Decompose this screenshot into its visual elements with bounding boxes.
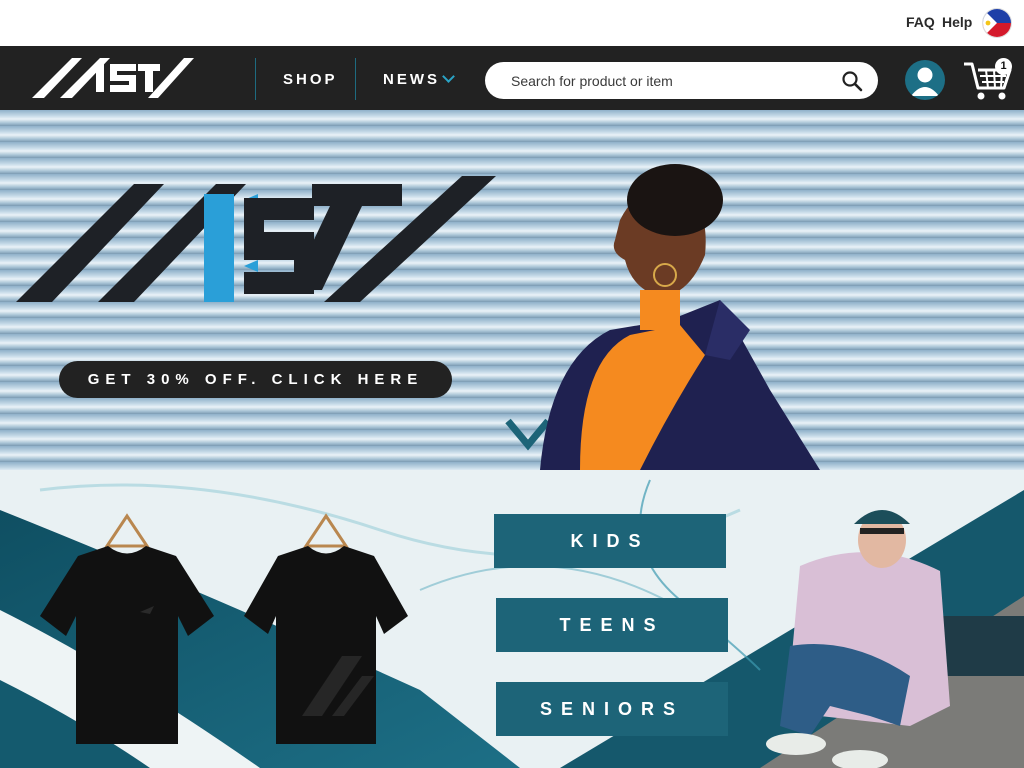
category-section: KIDS TEENS SENIORS (0, 470, 1024, 768)
utility-bar: FAQ Help (0, 0, 1024, 46)
search-input[interactable] (511, 71, 831, 91)
main-nav: SHOP NEWS 1 (0, 46, 1024, 110)
help-link[interactable]: Help (942, 14, 972, 30)
ast-logo-icon[interactable] (30, 54, 194, 102)
senior-model-image (760, 510, 1024, 768)
faq-link[interactable]: FAQ (906, 14, 935, 30)
news-menu[interactable]: NEWS (383, 70, 455, 88)
user-icon[interactable] (905, 60, 945, 100)
tshirt-image (244, 513, 408, 744)
teens-category-button[interactable]: TEENS (496, 598, 728, 652)
philippines-flag-icon[interactable] (983, 9, 1011, 37)
hero-logo-icon (16, 176, 496, 302)
cart-count-badge: 1 (995, 58, 1012, 75)
promo-button[interactable]: GET 30% OFF. CLICK HERE (59, 361, 452, 398)
nav-divider (255, 58, 256, 100)
search-icon[interactable] (841, 70, 863, 92)
tshirt-image (40, 513, 214, 744)
hero-model-image (540, 164, 820, 470)
news-label: NEWS (383, 71, 440, 88)
nav-divider (355, 58, 356, 100)
shop-link[interactable]: SHOP (283, 71, 338, 88)
chevron-down-icon (442, 70, 455, 83)
kids-category-button[interactable]: KIDS (494, 514, 726, 568)
search-bar (485, 62, 878, 99)
seniors-category-button[interactable]: SENIORS (496, 682, 728, 736)
hero-banner: GET 30% OFF. CLICK HERE (0, 110, 1024, 470)
